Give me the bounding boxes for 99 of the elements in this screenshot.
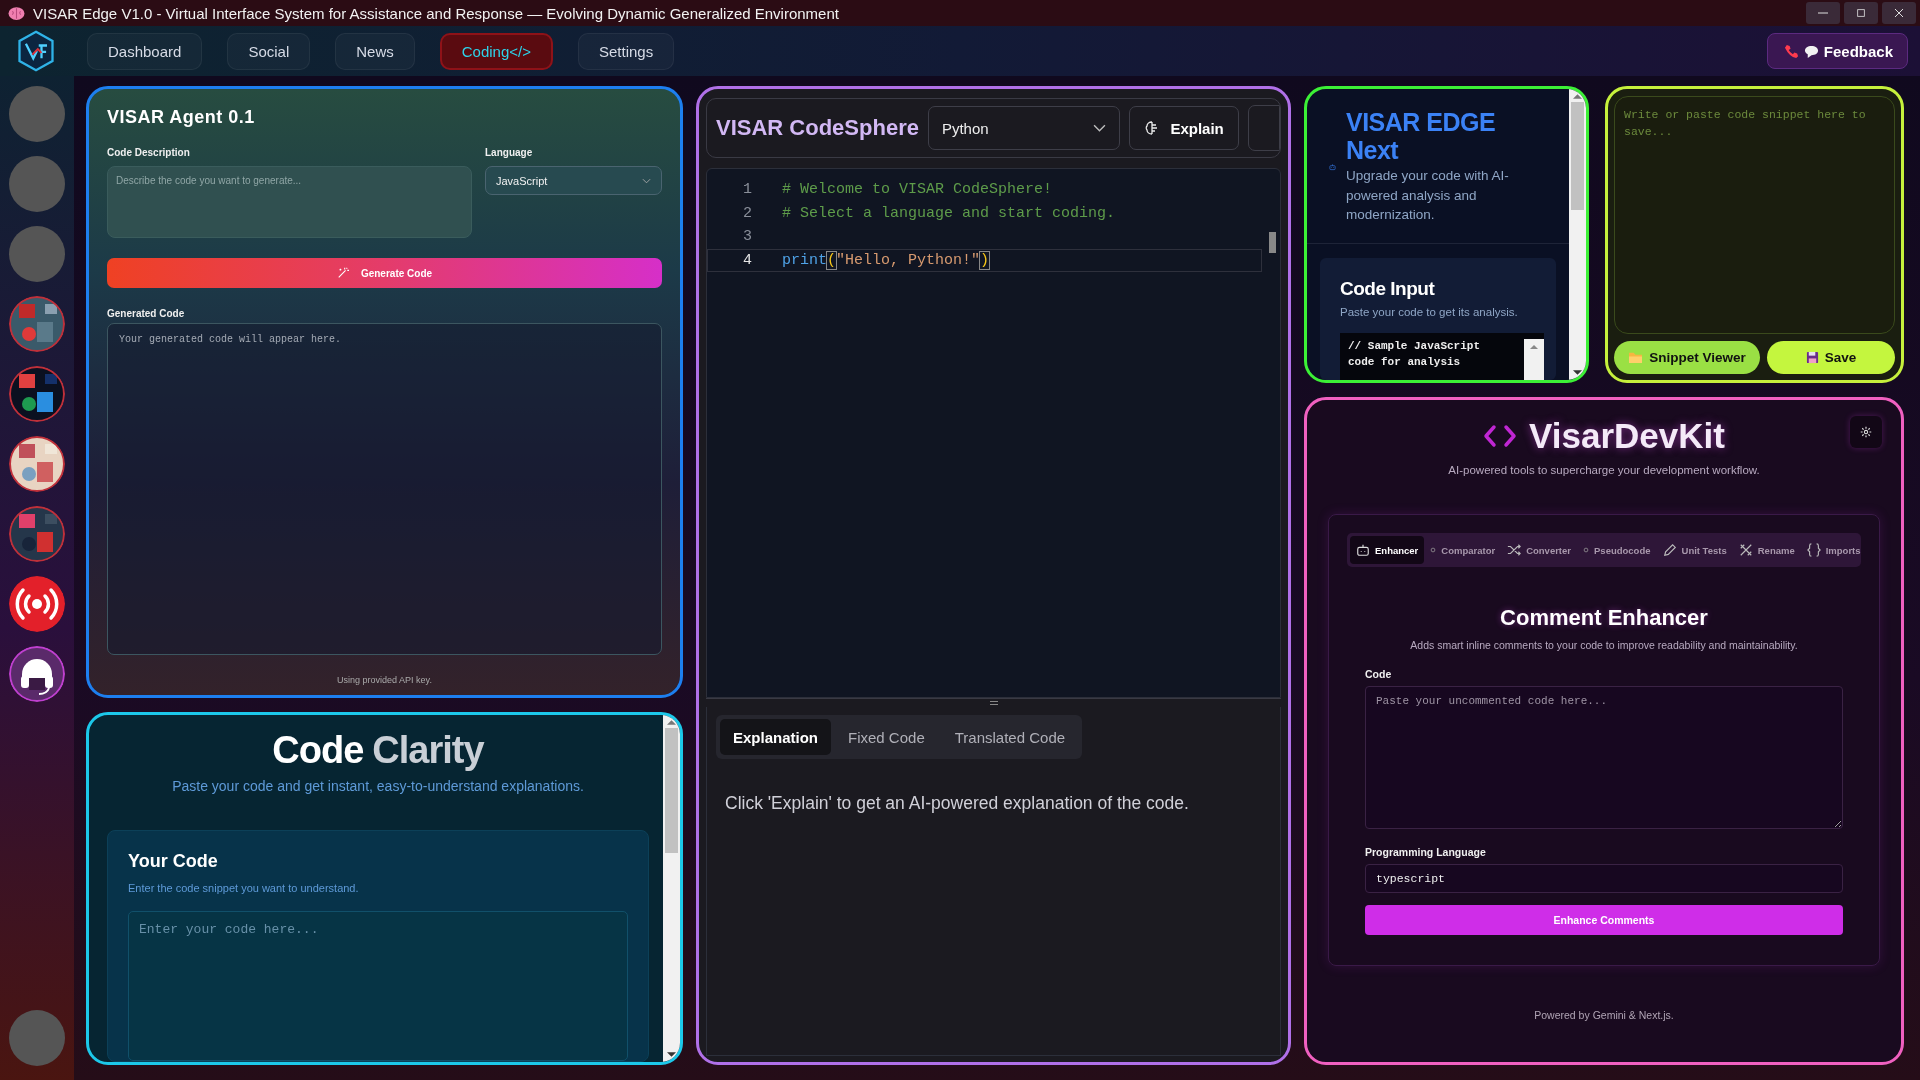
code-field[interactable]: Paste your uncommented code here... [1365,686,1843,829]
robot-icon [1356,543,1370,557]
feedback-button[interactable]: Feedback [1766,33,1908,69]
app-button[interactable] [9,1010,65,1066]
language-select[interactable]: Python [927,106,1121,150]
app-button[interactable] [9,86,65,142]
scroll-up-icon[interactable] [1530,343,1538,349]
code-brackets-icon [1483,424,1518,448]
generated-code-field[interactable]: Your generated code will appear here. [107,323,662,655]
nav-tab[interactable]: Social [227,32,311,70]
chevron-down-icon [1093,124,1107,132]
app-title: Code [272,729,364,772]
description-field[interactable]: Describe the code you want to generate... [107,166,472,238]
nav-tab[interactable]: Settings [578,32,675,70]
settings-icon [1860,426,1872,438]
app-button[interactable] [9,156,65,212]
dot-icon [1583,547,1589,553]
line-number: 1 [742,181,752,199]
app-title: VisarDevKit [1529,416,1725,456]
api-key-note: Using provided API key. [336,675,433,685]
close-icon [1893,7,1905,19]
tool-tab[interactable]: Rename [1732,536,1801,564]
scroll-up-icon[interactable] [667,719,676,725]
headset-icon[interactable] [9,646,65,702]
line-number: 4 [742,251,752,269]
nav-tab[interactable]: News [335,32,415,70]
maximize-button[interactable] [1844,2,1878,24]
folder-icon [1628,351,1644,364]
tool-tab[interactable]: Converter [1501,536,1577,564]
tool-tab[interactable]: Enhancer [1350,536,1425,564]
tool-tab[interactable]: Imports [1800,536,1867,564]
tab[interactable]: Explanation [720,719,831,755]
field-label: Code [1365,668,1393,680]
enhance-comments-button[interactable]: Enhance Comments [1365,905,1843,935]
language-select[interactable]: JavaScript [485,166,662,195]
explain-button[interactable]: Explain [1129,106,1239,150]
panel-title: VISAR CodeSphere [716,115,919,141]
scrollbar[interactable] [1569,89,1586,380]
card-title: Code Input [1340,277,1436,300]
field-label: Language [485,147,534,158]
tab[interactable]: Translated Code [941,719,1079,755]
settings-button[interactable] [1850,416,1882,448]
code-field[interactable]: Enter your code here... [128,911,628,1061]
tool-tab[interactable]: Comparator [1424,536,1502,564]
line-number: 2 [742,204,752,222]
speech-bubble-icon [1803,43,1819,59]
code-field[interactable]: // Sample JavaScript code for analysis [1340,332,1544,380]
field-label: Code Description [107,147,191,158]
tool-tab[interactable]: Pseudocode [1577,536,1657,564]
broadcast-icon[interactable] [9,576,65,632]
snippet-viewer-button[interactable]: Snippet Viewer [1614,341,1761,374]
app-subtitle: AI-powered tools to supercharge your development workflow. [1448,464,1760,476]
chevron-down-icon [642,177,651,184]
snippet-field[interactable]: Write or paste code snippet here to save... [1614,96,1895,334]
magic-wand-icon [336,267,349,279]
nav-tab[interactable]: Coding</> [439,32,553,70]
tools-icon [1738,543,1753,557]
field-label: Generated Code [107,308,186,319]
nav-tab[interactable]: Dashboard [87,32,203,70]
scroll-up-icon[interactable] [1573,93,1582,99]
app-title: VISAR EDGE Next [1346,109,1497,164]
code-line: # Select a language and start coding. [782,204,1116,222]
field-label: Programming Language [1365,846,1487,858]
line-number: 3 [742,228,752,246]
braces-icon [1806,543,1821,557]
explanation-text: Click 'Explain' to get an AI-powered explanation of the code. [725,793,1190,814]
app-subtitle: Paste your code and get instant, easy-to-understand explanations. [171,778,585,794]
tab[interactable]: Fixed Code [835,719,938,755]
dot-icon [1430,547,1437,553]
tool-title: Comment Enhancer [1499,605,1709,631]
scrollbar[interactable] [1524,338,1544,380]
generate-button[interactable]: Generate Code [107,258,662,288]
tool-description: Adds smart inline comments to your code to improve readability and maintainability. [1409,639,1799,651]
scroll-thumb[interactable] [1269,232,1276,253]
save-button[interactable]: Save [1767,341,1895,374]
minimize-button[interactable] [1806,2,1840,24]
scroll-down-icon[interactable] [667,1052,676,1058]
window-title: VISAR Edge V1.0 - Virtual Interface System for Assistance and Response — Evolving Dynamic Generalized Environment [33,4,839,22]
tool-tab[interactable]: Unit Tests [1656,536,1733,564]
footer-text: Powered by Gemini & Next.js. [1534,1009,1674,1021]
language-field[interactable]: typescript [1365,864,1843,893]
maximize-icon [1856,8,1866,18]
card-title: Your Code [128,851,219,872]
card-subtitle: Paste your code to get its analysis. [1340,305,1519,318]
pencil-icon [1662,543,1677,557]
app-title-accent: Clarity [372,729,484,772]
scrollbar[interactable] [663,715,680,1062]
app-description: Upgrade your code with AI-powered analysis and modernization. [1346,167,1510,225]
close-button[interactable] [1882,2,1916,24]
card-subtitle: Enter the code snippet you want to understand. [128,882,360,894]
app-button[interactable] [9,226,65,282]
code-editor[interactable]: 1 # Welcome to VISAR CodeSphere! 2 # Select a language and start coding. 3 4 print("Hello, Python!") [706,168,1281,698]
phone-icon [1783,43,1799,59]
shuffle-icon [1507,543,1522,557]
code-line: # Welcome to VISAR CodeSphere! [782,181,1053,199]
scroll-down-icon[interactable] [1573,370,1582,376]
brain-icon [8,5,25,21]
panel-title: VISAR Agent 0.1 [107,107,256,128]
code-line: print("Hello, Python!") [782,251,990,269]
